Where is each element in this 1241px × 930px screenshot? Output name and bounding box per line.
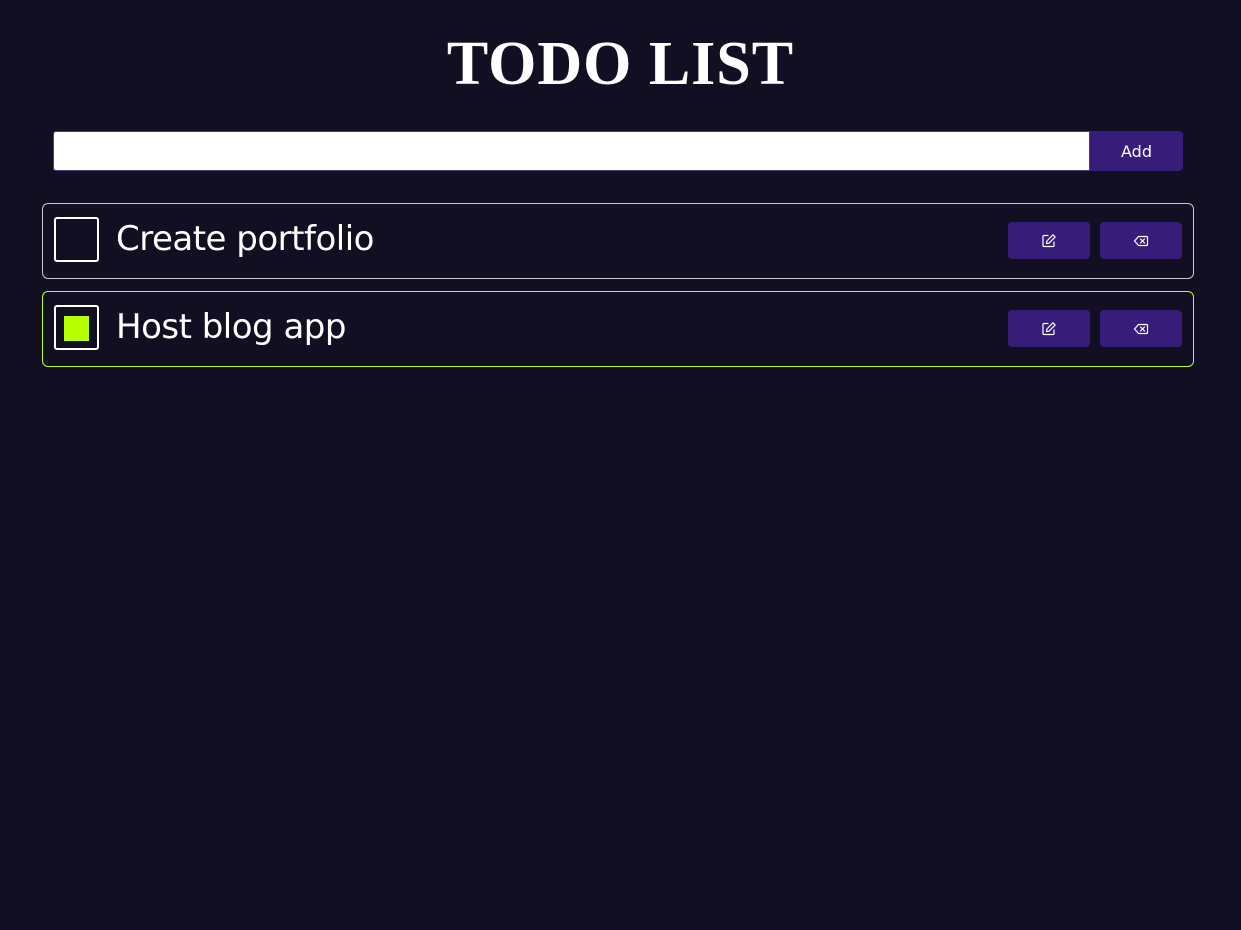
todo-checkbox[interactable] (54, 217, 99, 262)
checkbox-checked-fill (64, 316, 89, 341)
todo-text: Host blog app (116, 307, 346, 347)
edit-button[interactable] (1008, 310, 1090, 347)
delete-button[interactable] (1100, 222, 1182, 259)
edit-icon (1041, 321, 1057, 337)
delete-icon (1133, 321, 1149, 337)
edit-button[interactable] (1008, 222, 1090, 259)
add-button[interactable]: Add (1090, 131, 1183, 171)
todo-input[interactable] (53, 131, 1090, 171)
todo-text: Create portfolio (116, 219, 374, 259)
delete-button[interactable] (1100, 310, 1182, 347)
todo-checkbox[interactable] (54, 305, 99, 350)
delete-icon (1133, 233, 1149, 249)
page-title: TODO LIST (446, 30, 795, 98)
add-todo-form: Add (53, 131, 1183, 171)
todo-item: Create portfolio (42, 203, 1194, 279)
edit-icon (1041, 233, 1057, 249)
todo-item: Host blog app (42, 291, 1194, 367)
